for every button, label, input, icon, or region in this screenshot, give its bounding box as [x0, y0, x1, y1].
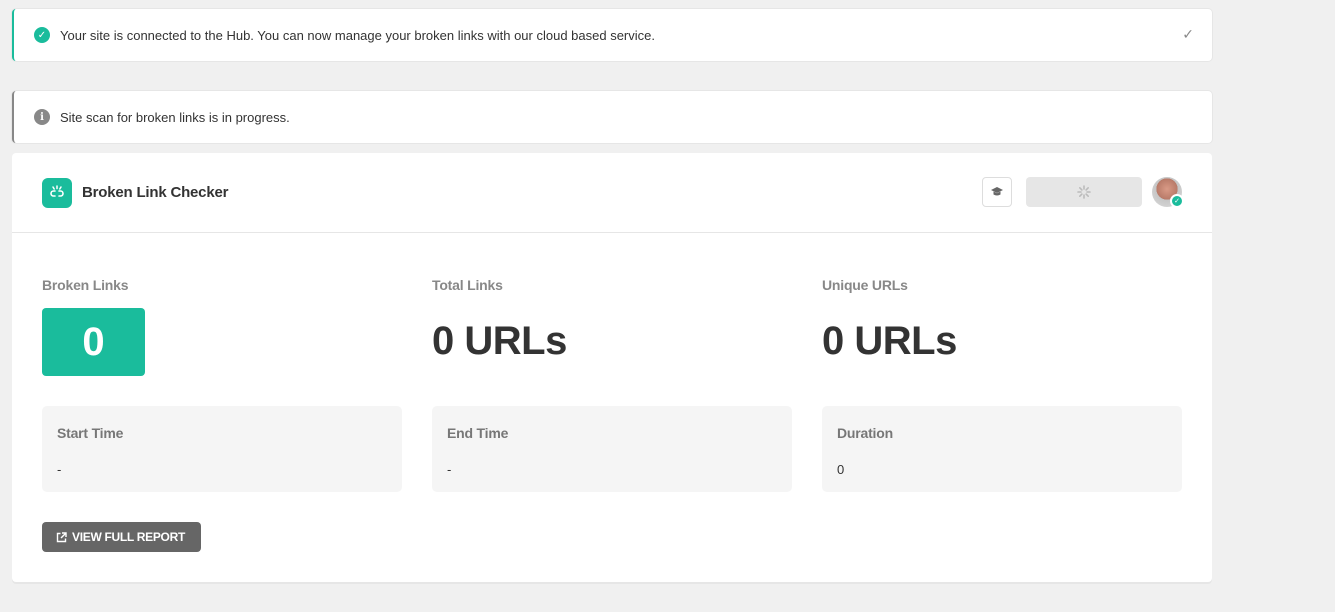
info-icon: i: [34, 109, 50, 125]
start-time-label: Start Time: [57, 425, 124, 441]
check-icon[interactable]: ✓: [1182, 26, 1194, 43]
total-links-label: Total Links: [432, 277, 503, 293]
hub-connected-notice: ✓ Your site is connected to the Hub. You…: [12, 9, 1212, 61]
broken-link-icon: [42, 177, 72, 208]
broken-links-stat: Broken Links 0: [42, 277, 402, 376]
start-time-card: Start Time -: [42, 406, 402, 492]
total-links-value: 0 URLs: [432, 319, 567, 363]
graduation-cap-icon: [991, 187, 1003, 196]
duration-card: Duration 0: [822, 406, 1182, 492]
box-header: Broken Link Checker ✓: [12, 153, 1212, 233]
external-link-icon: [56, 531, 67, 542]
user-avatar[interactable]: ✓: [1152, 177, 1184, 208]
total-links-stat: Total Links 0 URLs: [432, 277, 792, 375]
end-time-label: End Time: [447, 425, 509, 441]
hub-notice-message: Your site is connected to the Hub. You c…: [60, 27, 655, 43]
scan-loading-button: [1026, 177, 1142, 207]
unique-urls-label: Unique URLs: [822, 277, 908, 293]
verified-check-icon: ✓: [1170, 194, 1184, 208]
start-time-value: -: [57, 462, 62, 477]
end-time-card: End Time -: [432, 406, 792, 492]
duration-value: 0: [837, 462, 845, 477]
check-circle-icon: ✓: [34, 27, 50, 43]
duration-label: Duration: [837, 425, 893, 441]
scan-notice-message: Site scan for broken links is in progres…: [60, 109, 290, 125]
unique-urls-stat: Unique URLs 0 URLs: [822, 277, 1182, 375]
broken-links-label: Broken Links: [42, 277, 129, 293]
broken-links-count: 0: [42, 308, 145, 376]
header-actions: ✓: [982, 177, 1184, 208]
scan-progress-notice: i Site scan for broken links is in progr…: [12, 91, 1212, 143]
summary-box: Broken Link Checker ✓ Broken Links 0 Tot…: [12, 153, 1212, 582]
unique-urls-value: 0 URLs: [822, 319, 957, 363]
view-full-report-label: VIEW FULL REPORT: [72, 530, 185, 544]
view-full-report-button[interactable]: VIEW FULL REPORT: [42, 522, 201, 552]
page-title: Broken Link Checker: [82, 184, 229, 201]
documentation-button[interactable]: [982, 177, 1012, 207]
spinner-icon: [1077, 185, 1091, 199]
end-time-value: -: [447, 462, 452, 477]
